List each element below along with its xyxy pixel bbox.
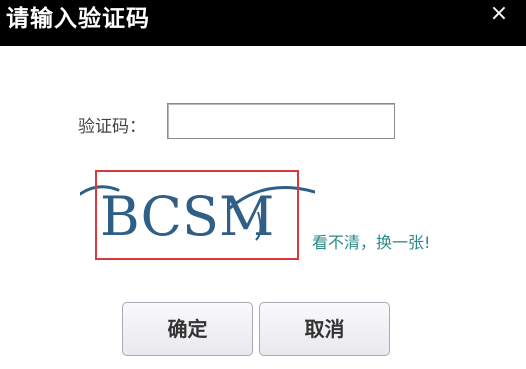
cancel-button[interactable]: 取消	[259, 302, 390, 356]
captcha-field-label: 验证码：	[78, 117, 146, 137]
captcha-text: BCSM	[100, 185, 274, 248]
title-bar: 请输入验证码 ×	[0, 0, 526, 46]
captcha-input[interactable]	[167, 103, 395, 139]
refresh-captcha-link[interactable]: 看不清，换一张!	[312, 232, 430, 254]
captcha-image-graphic: BCSM	[78, 185, 317, 248]
confirm-button[interactable]: 确定	[122, 302, 253, 356]
captcha-dialog: 请输入验证码 × 验证码： BCSM 看不清，换一张! 确定 取消	[0, 0, 526, 369]
captcha-image[interactable]: BCSM	[78, 168, 317, 268]
dialog-title: 请输入验证码	[6, 6, 150, 32]
close-icon[interactable]: ×	[486, 2, 512, 28]
